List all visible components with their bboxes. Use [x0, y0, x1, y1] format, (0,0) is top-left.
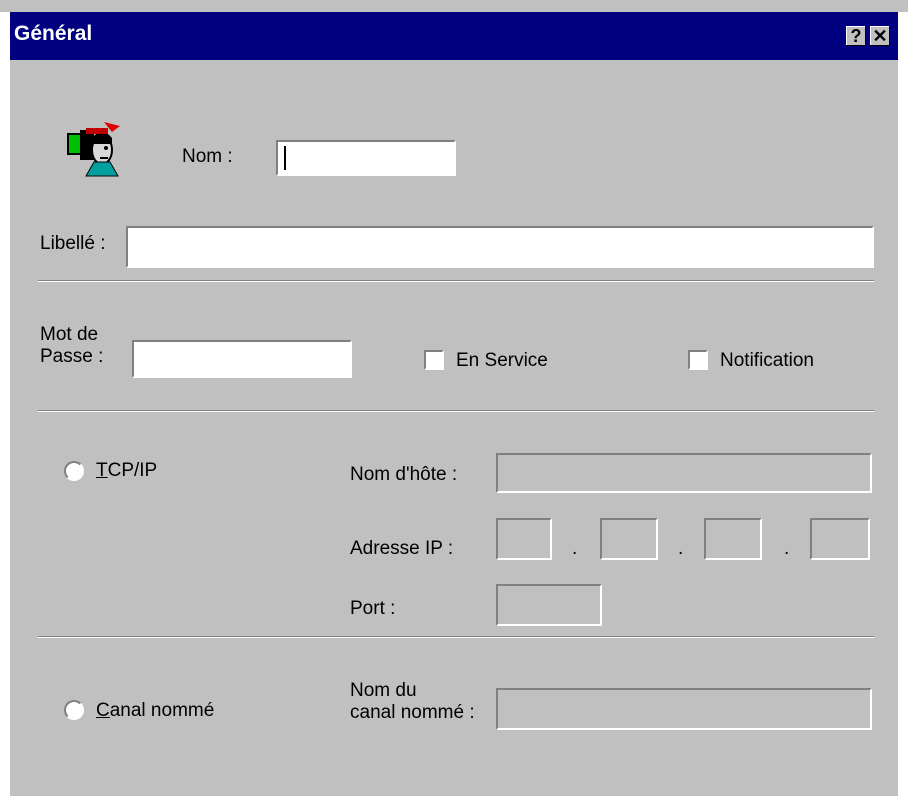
user-icon [67, 122, 120, 177]
port-label: Port : [350, 598, 396, 619]
ip-octet-3-input[interactable] [706, 520, 760, 558]
named-pipe-name-label-line1: Nom du [350, 680, 417, 701]
ip-dot-3: . [784, 538, 790, 559]
separator-2 [38, 410, 874, 412]
en-service-label[interactable]: En Service [456, 350, 548, 372]
libelle-input[interactable] [128, 228, 872, 266]
window-title: Général [14, 22, 93, 45]
dialog-window: Général ? ✕ Nom : Libellé : Mot de Passe… [0, 0, 908, 796]
close-button[interactable]: ✕ [870, 26, 890, 46]
ip-octet-4-input[interactable] [812, 520, 868, 558]
port-field[interactable] [496, 584, 602, 626]
port-input[interactable] [498, 586, 600, 624]
tcpip-label-rest: CP/IP [107, 460, 158, 481]
ip-octet-2[interactable] [600, 518, 658, 560]
separator-1 [38, 280, 874, 282]
password-label-line2: Passe : [40, 346, 104, 367]
ip-dot-2: . [678, 538, 684, 559]
en-service-checkbox[interactable] [424, 350, 444, 370]
ip-octet-1[interactable] [496, 518, 552, 560]
named-pipe-label-rest: anal nommé [109, 700, 215, 721]
named-pipe-radio[interactable] [64, 700, 84, 720]
named-pipe-name-input[interactable] [498, 690, 870, 728]
hostname-input[interactable] [498, 455, 870, 491]
named-pipe-mnemonic: C [96, 700, 110, 721]
help-button[interactable]: ? [846, 26, 866, 46]
ip-octet-4[interactable] [810, 518, 870, 560]
password-field[interactable] [132, 340, 352, 378]
hostname-label: Nom d'hôte : [350, 464, 458, 485]
ip-octet-2-input[interactable] [602, 520, 656, 558]
separator-3 [38, 636, 874, 638]
named-pipe-label[interactable]: Canal nommé [96, 700, 214, 722]
ip-octet-3[interactable] [704, 518, 762, 560]
nom-label: Nom : [182, 146, 233, 167]
password-label: Mot de Passe : [40, 324, 103, 368]
named-pipe-name-field[interactable] [496, 688, 872, 730]
nom-field[interactable] [276, 140, 456, 176]
tcpip-radio[interactable] [64, 461, 84, 481]
notification-label[interactable]: Notification [720, 350, 814, 372]
ip-dot-1: . [572, 538, 578, 559]
libelle-field[interactable] [126, 226, 874, 268]
password-label-line1: Mot de [40, 324, 99, 345]
password-input[interactable] [134, 342, 350, 376]
nom-input[interactable] [278, 142, 454, 174]
tcpip-label[interactable]: TCP/IP [96, 460, 157, 482]
notification-checkbox[interactable] [688, 350, 708, 370]
hostname-field[interactable] [496, 453, 872, 493]
libelle-label: Libellé : [40, 233, 106, 254]
window-border-left [0, 12, 10, 796]
text-caret [284, 146, 286, 170]
named-pipe-name-label-line2: canal nommé : [350, 702, 475, 723]
window-border-right [898, 12, 908, 796]
named-pipe-name-label: Nom du canal nommé : [350, 680, 475, 724]
tcpip-mnemonic: T [96, 460, 108, 481]
title-bar[interactable]: Général ? ✕ [10, 12, 898, 60]
ip-label: Adresse IP : [350, 538, 454, 559]
ip-octet-1-input[interactable] [498, 520, 550, 558]
